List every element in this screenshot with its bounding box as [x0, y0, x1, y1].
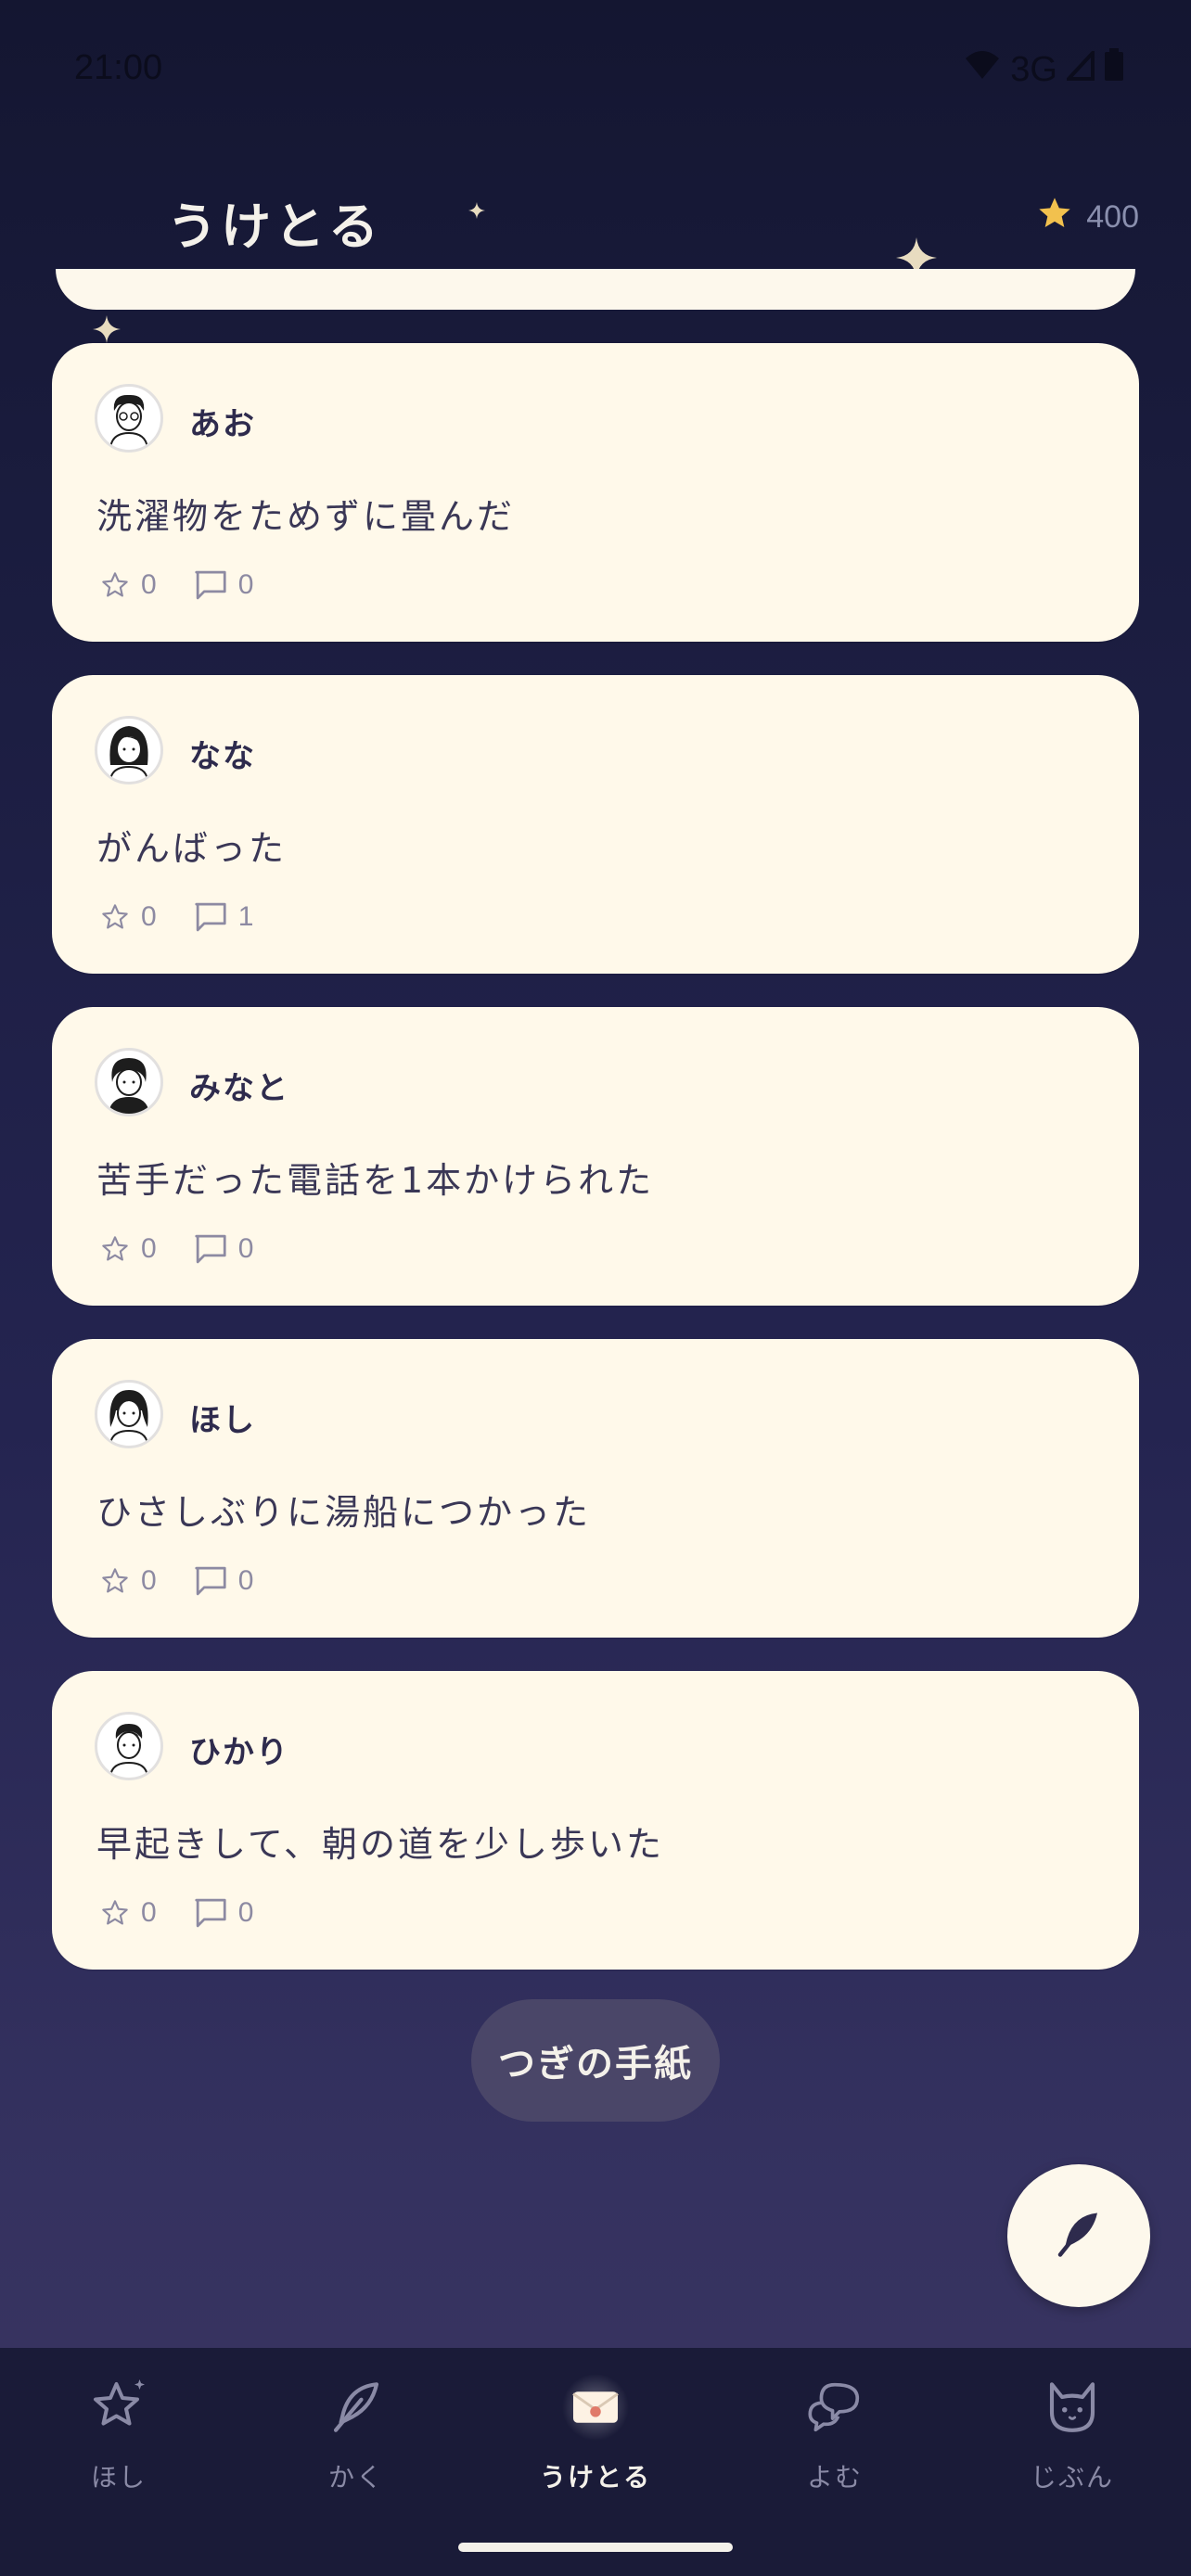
home-indicator[interactable]	[458, 2543, 733, 2552]
letter-card[interactable]: なな がんばった 0 1	[52, 675, 1139, 974]
comment-count: 0	[237, 569, 254, 600]
sender-name: ほし	[189, 1402, 256, 1439]
star-reaction[interactable]: 0	[100, 569, 157, 601]
letter-card-partial[interactable]	[56, 269, 1135, 310]
letter-message: 早起きして、朝の道を少し歩いた	[96, 1824, 664, 1865]
letter-stats: 0 0	[100, 569, 253, 601]
comment-reaction[interactable]: 1	[194, 901, 254, 933]
header: うけとる 400	[0, 148, 1191, 287]
comment-reaction[interactable]: 0	[194, 1565, 254, 1597]
nav-label: じぶん	[1030, 2462, 1114, 2493]
status-bar: 21:00 3G	[0, 0, 1191, 139]
comment-reaction[interactable]: 0	[194, 569, 254, 601]
star-count-badge: 400	[1036, 195, 1139, 240]
sparkle-icon	[93, 315, 121, 347]
nav-item-yomu[interactable]: よむ	[742, 2370, 928, 2519]
nav-item-jibun[interactable]: じぶん	[980, 2370, 1165, 2519]
star-count-value: 400	[1086, 199, 1139, 235]
star-count: 0	[141, 569, 157, 600]
chat-bubbles-icon	[742, 2370, 928, 2444]
star-outline-icon	[102, 572, 128, 597]
avatar	[95, 1048, 163, 1116]
sender-name: ひかり	[189, 1734, 289, 1771]
letter-stats: 0 0	[100, 1565, 253, 1597]
letter-card[interactable]: みなと 苦手だった電話を1本かけられた 0 0	[52, 1007, 1139, 1306]
avatar	[95, 384, 163, 453]
letter-message: ひさしぶりに湯船につかった	[96, 1492, 592, 1533]
star-outline-icon	[102, 1236, 128, 1261]
letter-card[interactable]: ほし ひさしぶりに湯船につかった 0 0	[52, 1339, 1139, 1638]
sender-name: みなと	[189, 1070, 289, 1107]
comment-icon	[195, 902, 226, 932]
write-letter-fab[interactable]	[1007, 2164, 1150, 2307]
star-outline-icon	[102, 1568, 128, 1593]
letter-stats: 0 0	[100, 1233, 253, 1265]
nav-item-hoshi[interactable]: ほし	[26, 2370, 211, 2519]
star-icon	[1036, 195, 1073, 240]
avatar	[95, 716, 163, 784]
letter-message: 苦手だった電話を1本かけられた	[96, 1160, 655, 1201]
star-icon	[26, 2370, 211, 2444]
signal-icon	[1064, 47, 1095, 90]
comment-count: 0	[237, 1897, 254, 1928]
avatar	[95, 1380, 163, 1448]
star-reaction[interactable]: 0	[100, 1565, 157, 1597]
star-outline-icon	[102, 1900, 128, 1925]
letter-message: 洗濯物をためずに畳んだ	[96, 496, 516, 537]
comment-icon	[195, 1234, 226, 1264]
next-letter-button[interactable]: つぎの手紙	[471, 1999, 720, 2122]
wifi-icon	[964, 49, 1001, 90]
letter-stats: 0 0	[100, 1897, 253, 1929]
star-outline-icon	[102, 904, 128, 929]
nav-item-kaku[interactable]: かく	[263, 2370, 449, 2519]
star-reaction[interactable]: 0	[100, 1233, 157, 1265]
sparkle-icon	[468, 202, 485, 223]
comment-count: 0	[237, 1565, 254, 1596]
letter-card[interactable]: あお 洗濯物をためずに畳んだ 0 0	[52, 343, 1139, 642]
status-time: 21:00	[74, 48, 163, 87]
status-icons: 3G	[964, 47, 1124, 91]
letter-message: がんばった	[96, 828, 288, 869]
feather-icon	[263, 2370, 449, 2444]
star-count: 0	[141, 1897, 157, 1928]
sender-name: なな	[189, 738, 256, 775]
network-label: 3G	[1010, 49, 1057, 89]
avatar	[95, 1712, 163, 1780]
star-count: 0	[141, 901, 157, 932]
nav-label: かく	[327, 2462, 384, 2493]
letter-stats: 0 1	[100, 901, 253, 933]
comment-count: 0	[237, 1233, 254, 1264]
nav-label: ほし	[90, 2462, 147, 2493]
comment-reaction[interactable]: 0	[194, 1233, 254, 1265]
star-count: 0	[141, 1233, 157, 1264]
nav-label: うけとる	[539, 2462, 651, 2493]
envelope-icon	[503, 2370, 688, 2444]
letter-card[interactable]: ひかり 早起きして、朝の道を少し歩いた 0 0	[52, 1671, 1139, 1970]
comment-count: 1	[237, 901, 254, 932]
star-reaction[interactable]: 0	[100, 901, 157, 933]
nav-item-uketoru[interactable]: うけとる	[503, 2370, 688, 2519]
star-count: 0	[141, 1565, 157, 1596]
cat-icon	[980, 2370, 1165, 2444]
battery-icon	[1104, 48, 1124, 91]
comment-icon	[195, 1566, 226, 1596]
sender-name: あお	[189, 406, 256, 443]
comment-reaction[interactable]: 0	[194, 1897, 254, 1929]
nav-label: よむ	[806, 2462, 863, 2493]
star-reaction[interactable]: 0	[100, 1897, 157, 1929]
comment-icon	[195, 1898, 226, 1928]
feather-icon	[1051, 2206, 1107, 2265]
page-title: うけとる	[167, 198, 382, 256]
comment-icon	[195, 570, 226, 600]
